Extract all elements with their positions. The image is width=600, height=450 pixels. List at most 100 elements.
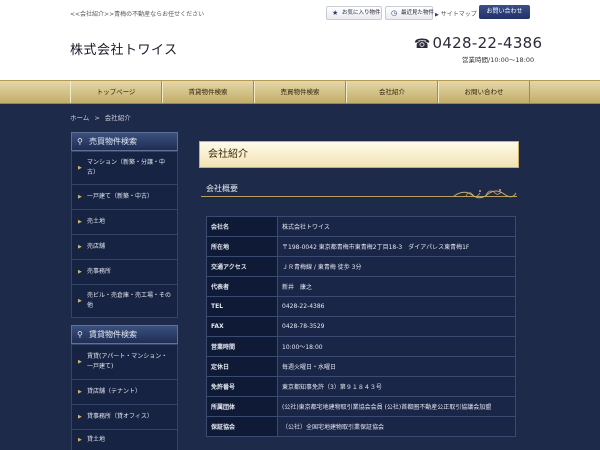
info-value: 株式会社トワイス	[277, 216, 516, 237]
sidebar-item-label: 売事務所	[87, 268, 112, 275]
table-row: 代表者 新井 康之	[206, 276, 516, 297]
info-value: 0428-78-3529	[277, 316, 516, 337]
arrow-right-icon: ▶	[78, 194, 82, 200]
flourish-ornament-icon	[453, 189, 517, 199]
info-key: 保証協会	[206, 416, 278, 437]
sidebar-item-rent-shop[interactable]: ▶ 貸店舗（テナント）	[72, 380, 177, 405]
sidebar-item-house[interactable]: ▶ 一戸建て（新築・中古）	[72, 185, 177, 210]
info-key: 免許番号	[206, 376, 278, 397]
sidebar-item-label: 売土地	[87, 218, 106, 225]
site-logo[interactable]: 株式会社トワイス	[70, 39, 178, 58]
breadcrumb-separator: >	[94, 114, 100, 122]
nav-item-company[interactable]: 会社紹介	[346, 81, 438, 103]
arrow-right-icon: ▶	[78, 437, 82, 443]
sidebar-item-rent-land[interactable]: ▶ 貸土地	[72, 430, 177, 450]
search-icon: ⚲	[77, 330, 83, 339]
info-value: 毎週火曜日・水曜日	[277, 356, 516, 377]
arrow-right-icon: ▶	[78, 165, 82, 171]
info-key: 定休日	[206, 356, 278, 377]
global-nav: トップページ 賃貸物件検索 売買物件検索 会社紹介 お問い合わせ	[0, 80, 600, 104]
sidebar-item-building[interactable]: ▶ 売ビル・売倉庫・売工場・その他	[72, 285, 177, 317]
table-row: 所属団体 (公社)東京都宅地建物取引業協会会員 (公社)首都圏不動産公正取引協議会…	[206, 396, 516, 417]
sitemap-label: サイトマップ	[440, 11, 477, 18]
header-tagline: <<会社紹介>>青梅の不動産ならお任せください	[70, 11, 205, 18]
sidebar-item-label: 売店舗	[87, 243, 106, 250]
info-key: 所属団体	[206, 396, 278, 417]
sidebar-list-rent: ▶ 賃貸(アパート・マンション・一戸建て) ▶ 貸店舗（テナント） ▶ 貸事務所（貸オ…	[71, 344, 178, 450]
sidebar-item-label: マンション（新築・分譲・中古）	[87, 159, 166, 176]
breadcrumb-current: 会社紹介	[104, 114, 131, 122]
table-row: 定休日 毎週火曜日・水曜日	[206, 356, 516, 377]
info-key: FAX	[206, 316, 278, 337]
favorites-label: お気に入り物件	[342, 10, 381, 16]
search-icon: ⚲	[77, 137, 83, 146]
star-icon: ★	[332, 9, 339, 17]
sidebar-heading-rent-label: 賃貸物件検索	[89, 330, 137, 339]
recently-viewed-button[interactable]: ◷ 最近見た物件	[385, 6, 435, 20]
breadcrumb: ホーム > 会社紹介	[70, 112, 131, 122]
favorites-button[interactable]: ★ お気に入り物件	[326, 6, 382, 20]
nav-item-sale-search[interactable]: 売買物件検索	[254, 81, 346, 103]
info-key: 営業時間	[206, 336, 278, 357]
arrow-right-icon: ▶	[78, 359, 82, 365]
phone-icon: ☎	[414, 37, 431, 52]
sidebar-item-mansion[interactable]: ▶ マンション（新築・分譲・中古）	[72, 152, 177, 185]
table-row: 免許番号 東京都知事免許（3）第９１８４３号	[206, 376, 516, 397]
sitemap-link[interactable]: ▶ サイトマップ	[435, 9, 477, 18]
arrow-right-icon: ▶	[78, 269, 82, 275]
info-value: 〒198-0042 東京都青梅市東青梅2丁目18-3 ダイアパレス東青梅1F	[277, 236, 516, 257]
table-row: TEL 0428-22-4386	[206, 296, 516, 317]
phone-number: ☎ 0428-22-4386	[414, 34, 542, 52]
sidebar-list-sale: ▶ マンション（新築・分譲・中古） ▶ 一戸建て（新築・中古） ▶ 売土地 ▶ 売店舗 …	[71, 151, 178, 318]
info-key: 代表者	[206, 276, 278, 297]
breadcrumb-home[interactable]: ホーム	[70, 114, 89, 122]
phone-text: 0428-22-4386	[432, 34, 543, 52]
nav-item-contact[interactable]: お問い合わせ	[438, 81, 530, 103]
sidebar-item-shop[interactable]: ▶ 売店舗	[72, 235, 177, 260]
sidebar-heading-sale-label: 売買物件検索	[89, 137, 137, 146]
sidebar-item-rent-office[interactable]: ▶ 貸事務所（貸オフィス）	[72, 405, 177, 430]
sidebar-item-land[interactable]: ▶ 売土地	[72, 210, 177, 235]
arrow-right-icon: ▶	[78, 298, 82, 304]
sidebar-heading-rent: ⚲ 賃貸物件検索	[71, 325, 178, 344]
info-key: 会社名	[206, 216, 278, 237]
info-value: 0428-22-4386	[277, 296, 516, 317]
arrow-right-icon: ▶	[78, 244, 82, 250]
info-value: ＪＲ青梅線 / 東青梅 徒歩 3分	[277, 256, 516, 277]
sidebar-heading-sale: ⚲ 売買物件検索	[71, 132, 178, 151]
nav-item-top[interactable]: トップページ	[70, 81, 162, 103]
sidebar-item-rent-residence[interactable]: ▶ 賃貸(アパート・マンション・一戸建て)	[72, 345, 177, 380]
table-row: 交通アクセス ＪＲ青梅線 / 東青梅 徒歩 3分	[206, 256, 516, 277]
site-header: <<会社紹介>>青梅の不動産ならお任せください 株式会社トワイス ★ お気に入り…	[0, 0, 600, 80]
arrow-right-icon: ▶	[78, 219, 82, 225]
table-row: 保証協会 （公社）全国宅地建物取引業保証協会	[206, 416, 516, 437]
info-key: TEL	[206, 296, 278, 317]
sidebar-item-label: 賃貸(アパート・マンション・一戸建て)	[87, 353, 168, 370]
sidebar-item-label: 貸土地	[87, 436, 106, 443]
business-hours: 営業時間/10:00～18:00	[462, 56, 535, 64]
info-key: 所在地	[206, 236, 278, 257]
info-key: 交通アクセス	[206, 256, 278, 277]
table-row: 会社名 株式会社トワイス	[206, 216, 516, 237]
sidebar-item-label: 一戸建て（新築・中古）	[87, 193, 154, 200]
table-row: FAX 0428-78-3529	[206, 316, 516, 337]
company-info-table: 会社名 株式会社トワイス 所在地 〒198-0042 東京都青梅市東青梅2丁目18-3…	[206, 216, 516, 437]
clock-icon: ◷	[391, 9, 398, 17]
section-title: 会社概要	[206, 184, 238, 193]
sidebar-item-label: 売ビル・売倉庫・売工場・その他	[87, 292, 172, 309]
info-value: （公社）全国宅地建物取引業保証協会	[277, 416, 516, 437]
table-row: 営業時間 10:00～18:00	[206, 336, 516, 357]
recently-viewed-label: 最近見た物件	[401, 10, 435, 16]
nav-item-rent-search[interactable]: 賃貸物件検索	[162, 81, 254, 103]
arrow-right-icon: ▶	[435, 12, 439, 18]
arrow-right-icon: ▶	[78, 389, 82, 395]
contact-button[interactable]: お問い合わせ	[479, 5, 530, 19]
info-value: 新井 康之	[277, 276, 516, 297]
table-row: 所在地 〒198-0042 東京都青梅市東青梅2丁目18-3 ダイアパレス東青梅1…	[206, 236, 516, 257]
info-value: (公社)東京都宅地建物取引業協会会員 (公社)首都圏不動産公正取引協議会加盟	[277, 396, 516, 417]
page-title: 会社紹介	[199, 141, 519, 168]
sidebar-item-label: 貸店舗（テナント）	[87, 388, 142, 395]
sidebar-item-office[interactable]: ▶ 売事務所	[72, 260, 177, 285]
arrow-right-icon: ▶	[78, 414, 82, 420]
info-value: 東京都知事免許（3）第９１８４３号	[277, 376, 516, 397]
